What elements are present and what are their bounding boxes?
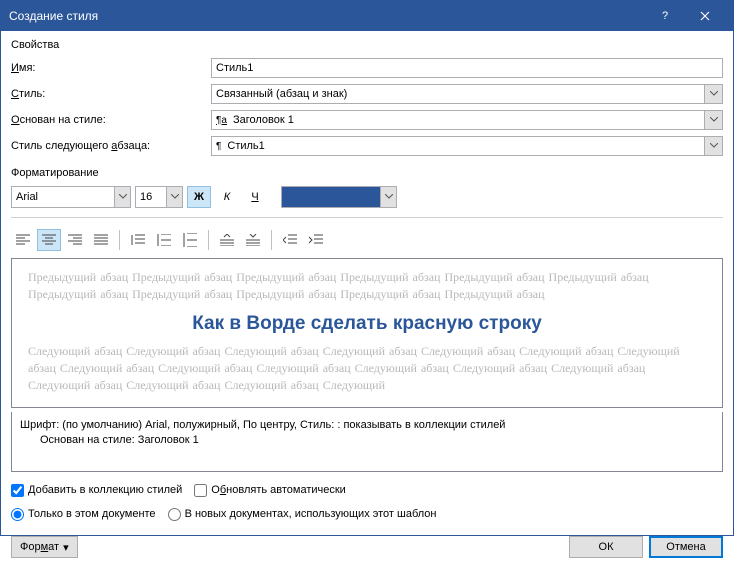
dialog-title: Создание стиля bbox=[9, 9, 645, 23]
spacing-icon bbox=[157, 234, 171, 246]
font-select[interactable]: Arial bbox=[11, 186, 131, 208]
dialog-window: Создание стиля ? Свойства Имя: Стиль: Св… bbox=[0, 0, 734, 536]
indent-decrease-button[interactable] bbox=[278, 229, 302, 251]
next-style-row: Стиль следующего абзаца: ¶Стиль1 bbox=[11, 135, 723, 157]
line-spacing-2-button[interactable] bbox=[178, 229, 202, 251]
separator bbox=[11, 217, 723, 218]
based-on-row: Основан на стиле: ¶aЗаголовок 1 bbox=[11, 109, 723, 131]
indent-increase-button[interactable] bbox=[304, 229, 328, 251]
para-space-icon bbox=[246, 234, 260, 246]
formatting-toolbar-1: Arial 16 Ж К Ч bbox=[11, 185, 723, 209]
close-icon bbox=[700, 11, 710, 21]
style-preview: Предыдущий абзац Предыдущий абзац Предыд… bbox=[11, 258, 723, 408]
name-label: Имя: bbox=[11, 62, 211, 74]
preview-next-text: Следующий абзац Следующий абзац Следующи… bbox=[28, 343, 706, 394]
ok-button[interactable]: ОК bbox=[569, 536, 643, 558]
chevron-down-icon[interactable] bbox=[167, 186, 183, 208]
add-to-gallery-checkbox[interactable]: Добавить в коллекцию стилей bbox=[11, 484, 182, 497]
font-size-select[interactable]: 16 bbox=[135, 186, 183, 208]
style-type-label: Стиль: bbox=[11, 88, 211, 100]
checkbox-row: Добавить в коллекцию стилей Обновлять ав… bbox=[11, 480, 723, 500]
chevron-down-icon[interactable] bbox=[115, 186, 131, 208]
preview-prev-text: Предыдущий абзац Предыдущий абзац Предыд… bbox=[28, 269, 706, 303]
color-swatch bbox=[281, 186, 381, 208]
properties-group-label: Свойства bbox=[11, 39, 723, 51]
align-right-button[interactable] bbox=[63, 229, 87, 251]
formatting-toolbar-2 bbox=[11, 226, 723, 254]
align-left-button[interactable] bbox=[11, 229, 35, 251]
formatting-group-label: Форматирование bbox=[11, 167, 723, 179]
italic-button[interactable]: К bbox=[215, 186, 239, 208]
spacing-icon bbox=[183, 233, 197, 247]
chevron-down-icon[interactable] bbox=[705, 136, 723, 156]
style-type-row: Стиль: Связанный (абзац и знак) bbox=[11, 83, 723, 105]
align-justify-button[interactable] bbox=[89, 229, 113, 251]
space-before-inc-button[interactable] bbox=[215, 229, 239, 251]
bold-button[interactable]: Ж bbox=[187, 186, 211, 208]
align-right-icon bbox=[68, 234, 82, 246]
align-left-icon bbox=[16, 234, 30, 246]
style-type-select[interactable]: Связанный (абзац и знак) bbox=[211, 84, 723, 104]
chevron-down-icon[interactable] bbox=[381, 186, 397, 208]
spacing-icon bbox=[131, 234, 145, 246]
next-style-label: Стиль следующего абзаца: bbox=[11, 140, 211, 152]
style-description: Шрифт: (по умолчанию) Arial, полужирный,… bbox=[11, 412, 723, 472]
cancel-button[interactable]: Отмена bbox=[649, 536, 723, 558]
chevron-down-icon[interactable] bbox=[705, 84, 723, 104]
dropdown-arrow-icon: ▾ bbox=[63, 541, 69, 554]
dialog-footer: Формат ▾ ОК Отмена bbox=[11, 536, 723, 558]
align-center-icon bbox=[42, 234, 56, 246]
titlebar: Создание стиля ? bbox=[1, 1, 733, 31]
close-button[interactable] bbox=[685, 1, 725, 31]
para-space-icon bbox=[220, 234, 234, 246]
line-spacing-15-button[interactable] bbox=[152, 229, 176, 251]
align-justify-icon bbox=[94, 234, 108, 246]
name-input[interactable] bbox=[211, 58, 723, 78]
based-on-select[interactable]: ¶aЗаголовок 1 bbox=[211, 110, 723, 130]
font-color-select[interactable] bbox=[281, 186, 397, 208]
line-spacing-1-button[interactable] bbox=[126, 229, 150, 251]
format-menu-button[interactable]: Формат ▾ bbox=[11, 536, 78, 558]
new-docs-radio[interactable]: В новых документах, использующих этот ша… bbox=[168, 508, 437, 521]
auto-update-checkbox[interactable]: Обновлять автоматически bbox=[194, 484, 346, 497]
doc-only-radio[interactable]: Только в этом документе bbox=[11, 508, 156, 521]
align-center-button[interactable] bbox=[37, 229, 61, 251]
dialog-content: Свойства Имя: Стиль: Связанный (абзац и … bbox=[1, 31, 733, 568]
radio-row: Только в этом документе В новых документ… bbox=[11, 504, 723, 524]
name-row: Имя: bbox=[11, 57, 723, 79]
indent-inc-icon bbox=[309, 234, 323, 246]
space-before-dec-button[interactable] bbox=[241, 229, 265, 251]
help-button[interactable]: ? bbox=[645, 1, 685, 31]
underline-button[interactable]: Ч bbox=[243, 186, 267, 208]
preview-sample-text: Как в Ворде сделать красную строку bbox=[28, 313, 706, 335]
indent-dec-icon bbox=[283, 234, 297, 246]
next-style-select[interactable]: ¶Стиль1 bbox=[211, 136, 723, 156]
based-on-label: Основан на стиле: bbox=[11, 114, 211, 126]
chevron-down-icon[interactable] bbox=[705, 110, 723, 130]
